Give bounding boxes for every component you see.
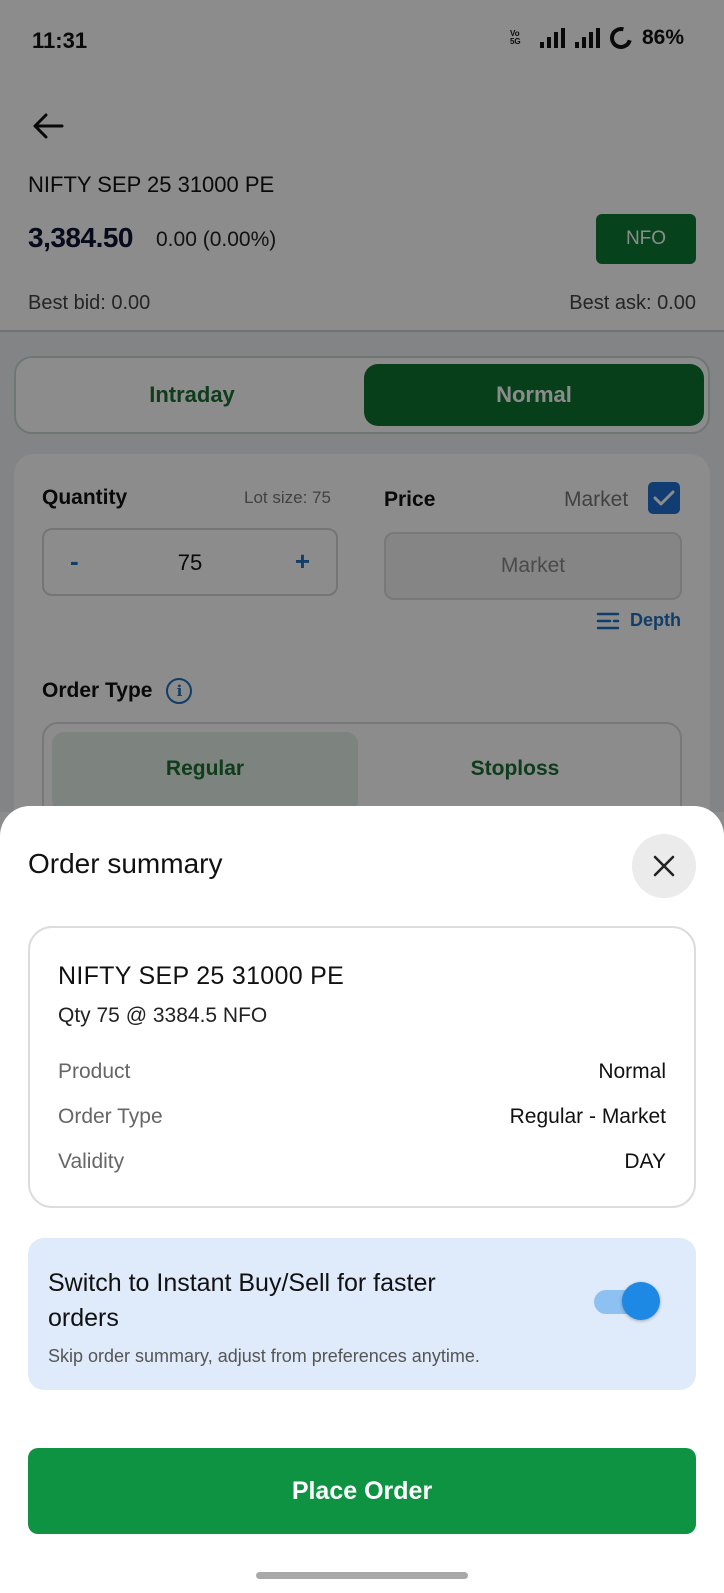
sheet-title: Order summary [28, 848, 223, 879]
place-order-button[interactable]: Place Order [28, 1448, 696, 1534]
summary-row-product: Product Normal [58, 1060, 666, 1090]
instant-buy-sell-banner: Switch to Instant Buy/Sell for faster or… [28, 1238, 696, 1390]
summary-row-validity: Validity DAY [58, 1150, 666, 1180]
instant-title: Switch to Instant Buy/Sell for faster or… [48, 1269, 436, 1332]
close-icon [653, 855, 675, 877]
summary-key: Validity [58, 1150, 125, 1173]
close-button[interactable] [632, 834, 696, 898]
home-indicator[interactable] [256, 1572, 468, 1579]
summary-key: Product [58, 1060, 131, 1083]
summary-card: NIFTY SEP 25 31000 PE Qty 75 @ 3384.5 NF… [28, 926, 696, 1208]
summary-contract: NIFTY SEP 25 31000 PE [58, 962, 345, 990]
summary-value: Regular - Market [509, 1105, 666, 1128]
order-summary-sheet: Order summary NIFTY SEP 25 31000 PE Qty … [0, 806, 724, 1593]
summary-qty: Qty 75 @ 3384.5 NFO [58, 1004, 268, 1027]
toggle-knob [622, 1282, 660, 1320]
instant-subtitle: Skip order summary, adjust from preferen… [48, 1346, 480, 1366]
instant-toggle[interactable] [594, 1282, 660, 1320]
summary-key: Order Type [58, 1105, 163, 1128]
summary-row-order-type: Order Type Regular - Market [58, 1105, 666, 1135]
summary-value: DAY [624, 1150, 666, 1173]
summary-value: Normal [598, 1060, 666, 1083]
